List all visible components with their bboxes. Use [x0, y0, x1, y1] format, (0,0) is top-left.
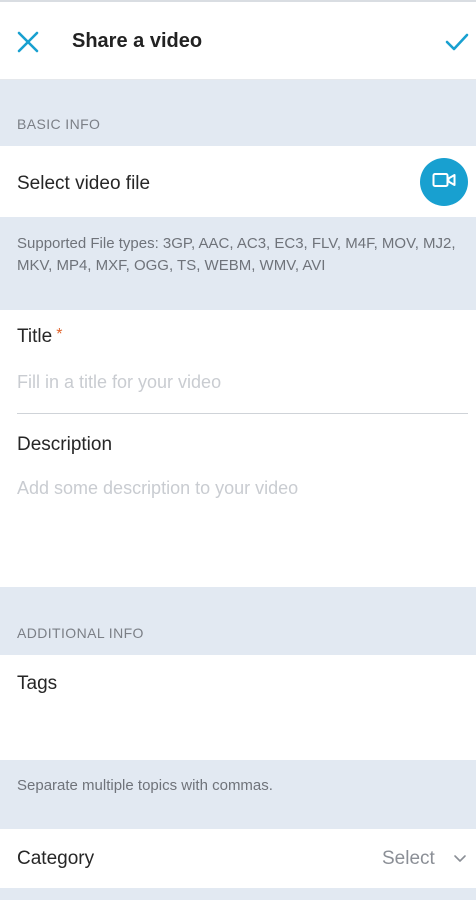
section-label-basic-info: BASIC INFO	[17, 116, 101, 132]
category-select[interactable]: Select	[382, 848, 435, 870]
select-video-label: Select video file	[17, 173, 151, 194]
tags-label: Tags	[17, 673, 58, 694]
supported-file-types-text: Supported File types: 3GP, AAC, AC3, EC3…	[17, 235, 456, 274]
category-label: Category	[17, 848, 95, 869]
title-label: Title *	[17, 326, 62, 348]
title-label-text: Title	[17, 326, 53, 347]
checkmark-icon[interactable]	[444, 30, 470, 54]
select-video-button[interactable]	[420, 158, 468, 206]
tags-help-text: Separate multiple topics with commas.	[17, 777, 273, 794]
page-title: Share a video	[72, 30, 203, 52]
tags-input[interactable]	[17, 700, 468, 750]
title-input-underline	[17, 413, 468, 414]
required-mark: *	[56, 326, 63, 343]
description-input[interactable]: Add some description to your video	[17, 478, 298, 499]
title-input[interactable]: Fill in a title for your video	[17, 372, 221, 393]
video-camera-icon	[432, 171, 456, 194]
app-bar: Share a video	[0, 2, 476, 80]
description-label: Description	[17, 434, 113, 455]
section-label-additional-info: ADDITIONAL INFO	[17, 625, 144, 641]
close-icon[interactable]	[14, 28, 42, 56]
chevron-down-icon[interactable]	[452, 851, 468, 867]
